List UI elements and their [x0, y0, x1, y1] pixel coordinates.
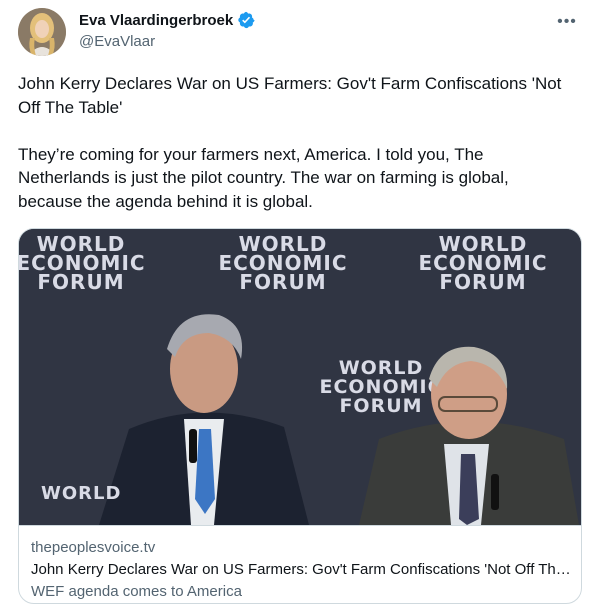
svg-text:WORLD: WORLD	[41, 483, 121, 504]
more-options-button[interactable]: •••	[555, 10, 579, 34]
svg-text:FORUM: FORUM	[439, 270, 526, 294]
author-display-name[interactable]: Eva Vlaardingerbroek	[79, 12, 233, 29]
svg-text:FORUM: FORUM	[239, 270, 326, 294]
link-card-domain: thepeoplesvoice.tv	[31, 539, 156, 556]
more-horizontal-icon: •••	[557, 13, 577, 30]
wef-press-photo: WORLD ECONOMIC FORUM WORLD ECONOMIC FORU…	[19, 229, 581, 525]
avatar-image	[18, 8, 66, 56]
svg-text:FORUM: FORUM	[339, 395, 422, 417]
link-card-meta: thepeoplesvoice.tv John Kerry Declares W…	[19, 525, 581, 603]
tweet: Eva Vlaardingerbroek @EvaVlaar ••• John …	[0, 0, 591, 605]
tweet-paragraph: John Kerry Declares War on US Farmers: G…	[18, 74, 562, 117]
author-avatar[interactable]	[18, 8, 66, 56]
verified-badge-icon	[237, 11, 255, 29]
wef-logo-bottom-left: WORLD	[41, 483, 121, 504]
link-card[interactable]: WORLD ECONOMIC FORUM WORLD ECONOMIC FORU…	[18, 228, 582, 604]
link-card-description: WEF agenda comes to America	[31, 583, 242, 600]
tweet-paragraph: They’re coming for your farmers next, Am…	[18, 144, 509, 211]
author-name-row: Eva Vlaardingerbroek	[79, 11, 255, 29]
author-handle[interactable]: @EvaVlaar	[79, 33, 155, 50]
tweet-text: John Kerry Declares War on US Farmers: G…	[18, 72, 574, 213]
svg-text:FORUM: FORUM	[37, 270, 124, 294]
link-card-image: WORLD ECONOMIC FORUM WORLD ECONOMIC FORU…	[19, 229, 581, 525]
link-card-title: John Kerry Declares War on US Farmers: G…	[31, 561, 571, 578]
